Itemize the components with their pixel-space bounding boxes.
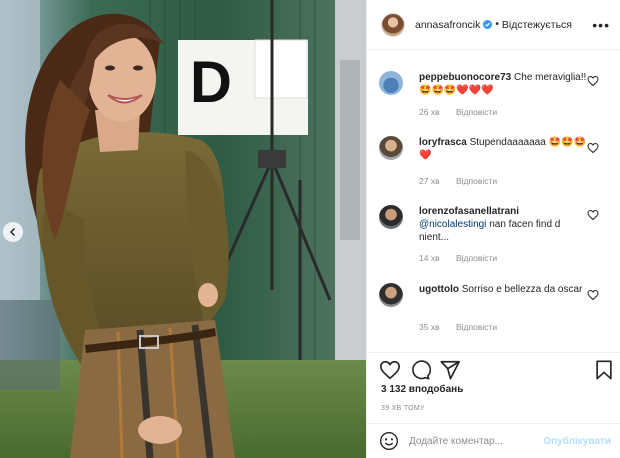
share-icon[interactable] xyxy=(439,359,461,381)
commenter-username[interactable]: ugottolo xyxy=(419,284,459,295)
commenter-username[interactable]: lorenzofasanellatrani xyxy=(419,206,519,217)
chevron-left-icon xyxy=(9,227,16,237)
following-button[interactable]: Відстежується xyxy=(502,19,572,31)
comment-icon[interactable] xyxy=(409,359,431,381)
photo-image: D xyxy=(0,0,366,458)
reply-button[interactable]: Відповісти xyxy=(456,176,497,186)
heart-icon[interactable] xyxy=(587,289,599,301)
add-comment-bar: Опублікувати xyxy=(367,423,620,458)
reply-button[interactable]: Відповісти xyxy=(456,253,497,263)
comment-age: 27 хв xyxy=(419,176,440,186)
post-header: annasafroncik • Відстежується ••• xyxy=(367,0,620,50)
sign-letter: D xyxy=(190,50,232,115)
bookmark-icon[interactable] xyxy=(593,359,615,381)
comment-meta: 26 хв Відповісти xyxy=(419,107,511,117)
comment-meta: 35 хв Відповісти xyxy=(419,322,511,332)
comment-body: ugottolo Sorriso e bellezza da oscar xyxy=(419,283,587,296)
comment-body: loryfrasca Stupendaaaaaaa 🤩🤩🤩❤️ xyxy=(419,136,587,162)
header-separator: • xyxy=(495,19,499,30)
verified-badge-icon xyxy=(483,20,493,29)
commenter-avatar[interactable] xyxy=(379,71,403,95)
commenter-avatar[interactable] xyxy=(379,283,403,307)
commenter-username[interactable]: loryfrasca xyxy=(419,137,467,148)
comment-age: 35 хв xyxy=(419,322,440,332)
post-photo[interactable]: D xyxy=(0,0,366,458)
commenter-avatar[interactable] xyxy=(379,136,403,160)
heart-icon[interactable] xyxy=(587,142,599,154)
likes-count[interactable]: 3 132 вподобань xyxy=(381,384,463,395)
heart-icon[interactable] xyxy=(587,75,599,87)
comment-input[interactable] xyxy=(409,435,544,447)
post-side-panel: annasafroncik • Відстежується ••• peppeb… xyxy=(366,0,620,458)
like-heart-icon[interactable] xyxy=(379,359,401,381)
post-timestamp: 39 ХВ ТОМУ xyxy=(381,405,425,412)
comment-meta: 27 хв Відповісти xyxy=(419,176,511,186)
comment-body: lorenzofasanellatrani @nicolalestingi na… xyxy=(419,205,587,244)
heart-icon[interactable] xyxy=(587,209,599,221)
more-options-icon[interactable]: ••• xyxy=(592,18,610,32)
post-comment-button[interactable]: Опублікувати xyxy=(543,436,611,447)
comment-age: 26 хв xyxy=(419,107,440,117)
emoji-icon[interactable] xyxy=(379,431,399,451)
comment-mention[interactable]: @nicolalestingi xyxy=(419,219,486,230)
commenter-avatar[interactable] xyxy=(379,205,403,229)
comment-text: Sorriso e bellezza da oscar xyxy=(461,284,583,295)
commenter-username[interactable]: peppebuonocore73 xyxy=(419,72,511,83)
comment-meta: 14 хв Відповісти xyxy=(419,253,511,263)
previous-photo-button[interactable] xyxy=(3,222,23,242)
post-actions xyxy=(367,352,620,388)
comment-age: 14 хв xyxy=(419,253,440,263)
comments-list: peppebuonocore73 Che meraviglia!!🤩🤩🤩❤️❤️… xyxy=(367,51,620,351)
author-username[interactable]: annasafroncik xyxy=(415,19,480,31)
comment-body: peppebuonocore73 Che meraviglia!!🤩🤩🤩❤️❤️… xyxy=(419,71,587,97)
reply-button[interactable]: Відповісти xyxy=(456,107,497,117)
author-avatar[interactable] xyxy=(381,12,405,37)
reply-button[interactable]: Відповісти xyxy=(456,322,497,332)
